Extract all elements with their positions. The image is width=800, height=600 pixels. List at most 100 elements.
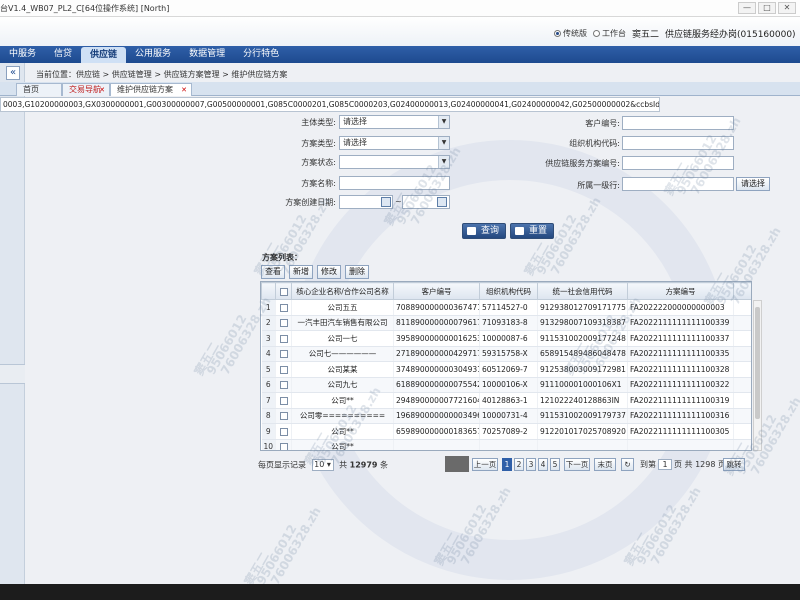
cell-org-code: 60512069-7 bbox=[479, 361, 538, 378]
plan-status-select[interactable]: ▼ bbox=[339, 155, 450, 169]
goto-page-input[interactable]: 1 bbox=[658, 459, 672, 470]
row-checkbox[interactable] bbox=[275, 392, 292, 409]
plan-type-select[interactable]: 请选择 ▼ bbox=[339, 136, 450, 150]
row-checkbox[interactable] bbox=[275, 346, 292, 362]
row-checkbox[interactable] bbox=[275, 361, 292, 378]
last-page-button[interactable]: 末页 bbox=[594, 458, 616, 471]
table-row[interactable]: 2 一汽丰田汽车销售有限公司 811890000000079617 71093183-… bbox=[261, 315, 751, 331]
branch-select-button[interactable]: 请选择 bbox=[736, 177, 770, 191]
close-icon[interactable]: ✕ bbox=[181, 84, 187, 96]
row-number: 5 bbox=[261, 361, 276, 378]
column-header-credit-code[interactable]: 统一社会信用代码 bbox=[537, 282, 628, 300]
table-row[interactable]: 3 公司一七 395890000000016253 10000087-6 9115310… bbox=[261, 330, 751, 347]
table-scrollbar[interactable] bbox=[753, 300, 762, 451]
reset-button[interactable]: 重置 bbox=[510, 223, 555, 239]
column-header-customer-no[interactable]: 客户编号 bbox=[393, 282, 480, 300]
plan-name-input[interactable] bbox=[339, 176, 450, 190]
table-row[interactable]: 5 公司某某 374890000000304931 60512069-7 9125380… bbox=[261, 361, 751, 378]
search-icon bbox=[467, 227, 476, 235]
checkbox[interactable] bbox=[279, 427, 288, 436]
cell-credit-code: 912938012709171775 bbox=[537, 299, 628, 316]
screen: 台V1.4_WB07_PL2_C[64位操作系统] [North] — □ ✕ … bbox=[0, 0, 800, 588]
checkbox[interactable] bbox=[279, 381, 288, 390]
go-button[interactable]: 跳转 bbox=[723, 458, 745, 471]
close-icon[interactable]: ✕ bbox=[778, 2, 796, 14]
checkbox[interactable] bbox=[279, 412, 288, 421]
main-nav: 中服务 信贷 供应链 公用服务 数据管理 分行特色 bbox=[0, 46, 800, 63]
column-header-plan-no[interactable]: 方案编号 bbox=[627, 282, 734, 300]
prev-page-button[interactable]: 上一页 bbox=[472, 458, 498, 471]
view-button[interactable]: 查看 bbox=[261, 265, 285, 279]
checkbox[interactable] bbox=[279, 319, 288, 328]
left-sidebar bbox=[0, 63, 25, 588]
mode-traditional[interactable]: 传统版 bbox=[554, 28, 587, 39]
close-icon[interactable]: ✕ bbox=[99, 84, 105, 96]
collapse-sidebar-icon[interactable]: « bbox=[6, 66, 20, 80]
table-row[interactable]: 8 公司零========== 196890000000003496 10000731… bbox=[261, 408, 751, 424]
nav-item-public-service[interactable]: 公用服务 bbox=[126, 46, 180, 63]
column-header-org-code[interactable]: 组织机构代码 bbox=[479, 282, 538, 300]
table-row[interactable]: 9 公司** 659890000000183657 70257089-2 9122010… bbox=[261, 423, 751, 440]
service-plan-no-label: 供应链服务方案编号: bbox=[545, 159, 620, 168]
checkbox[interactable] bbox=[279, 334, 288, 343]
row-checkbox[interactable] bbox=[275, 439, 292, 450]
table-row[interactable]: 7 公司** 294890000007721604 40128863-1 1210222… bbox=[261, 392, 751, 409]
service-plan-no-input[interactable] bbox=[622, 156, 734, 170]
page-1-button[interactable]: 1 bbox=[502, 458, 512, 471]
delete-button[interactable]: 删除 bbox=[345, 265, 369, 279]
minimize-icon[interactable]: — bbox=[738, 2, 756, 14]
row-checkbox[interactable] bbox=[275, 330, 292, 347]
refresh-icon[interactable]: ↻ bbox=[621, 458, 634, 471]
select-all-checkbox[interactable] bbox=[279, 287, 288, 296]
page-4-button[interactable]: 4 bbox=[538, 458, 548, 471]
table-row[interactable]: 4 公司七—————— 271890000000429717 59315758-X 65… bbox=[261, 346, 751, 362]
row-checkbox[interactable] bbox=[275, 408, 292, 424]
calendar-icon[interactable] bbox=[437, 197, 447, 207]
tab-navigation[interactable]: 交易导航 ✕ bbox=[62, 83, 110, 96]
edit-button[interactable]: 修改 bbox=[317, 265, 341, 279]
tab-maintain-plan[interactable]: 维护供应链方案 ✕ bbox=[110, 83, 192, 96]
nav-item-branch-features[interactable]: 分行特色 bbox=[234, 46, 288, 63]
mode-workbench[interactable]: 工作台 bbox=[593, 28, 626, 39]
column-header-company[interactable]: 核心企业名称/合作公司名称 bbox=[291, 282, 394, 300]
calendar-icon[interactable] bbox=[381, 197, 391, 207]
cell-customer-no: 811890000000079617 bbox=[393, 315, 480, 331]
nav-item-supply-chain[interactable]: 供应链 bbox=[81, 47, 127, 63]
customer-no-input[interactable] bbox=[622, 116, 734, 130]
per-page-select[interactable]: 10 ▾ bbox=[311, 459, 334, 471]
page-3-button[interactable]: 3 bbox=[526, 458, 536, 471]
page-2-button[interactable]: 2 bbox=[514, 458, 524, 471]
table-row[interactable]: 10 公司** bbox=[261, 439, 751, 450]
checkbox[interactable] bbox=[279, 365, 288, 374]
nav-item-service[interactable]: 中服务 bbox=[0, 46, 45, 63]
row-checkbox[interactable] bbox=[275, 377, 292, 393]
scrollbar-thumb[interactable] bbox=[755, 307, 760, 419]
column-header-select[interactable] bbox=[275, 282, 292, 300]
org-code-input[interactable] bbox=[622, 136, 734, 150]
nav-item-credit[interactable]: 信贷 bbox=[45, 46, 81, 63]
cell-credit-code: 911531002009177248 bbox=[537, 330, 628, 347]
nav-item-data-management[interactable]: 数据管理 bbox=[180, 46, 234, 63]
main-type-select[interactable]: 请选择 ▼ bbox=[339, 115, 450, 129]
cell-credit-code bbox=[537, 439, 628, 450]
query-button[interactable]: 查询 bbox=[462, 223, 507, 239]
checkbox[interactable] bbox=[279, 443, 288, 450]
table-row[interactable]: 1 公司五五 708890000000367471 57114527-0 9129380… bbox=[261, 299, 751, 316]
row-checkbox[interactable] bbox=[275, 423, 292, 440]
page-5-button[interactable]: 5 bbox=[550, 458, 560, 471]
maximize-icon[interactable]: □ bbox=[758, 2, 776, 14]
branch-input[interactable] bbox=[622, 177, 734, 191]
url-bar[interactable]: 0003,G10200000003,GX0300000001,G00300000… bbox=[0, 97, 660, 112]
plan-type-value: 请选择 bbox=[343, 138, 367, 147]
checkbox[interactable] bbox=[279, 350, 288, 359]
tab-home[interactable]: 首页 bbox=[16, 83, 62, 96]
mode-switch: 传统版 工作台 窦五二 供应链服务经办岗(015160000) bbox=[554, 27, 796, 40]
checkbox[interactable] bbox=[279, 303, 288, 312]
row-checkbox[interactable] bbox=[275, 299, 292, 316]
table-row[interactable]: 6 公司九七 618890000000075542 10000106-X 9111000… bbox=[261, 377, 751, 393]
row-checkbox[interactable] bbox=[275, 315, 292, 331]
column-header-plan[interactable]: 方案 bbox=[733, 282, 751, 300]
next-page-button[interactable]: 下一页 bbox=[564, 458, 590, 471]
add-button[interactable]: 新增 bbox=[289, 265, 313, 279]
checkbox[interactable] bbox=[279, 396, 288, 405]
